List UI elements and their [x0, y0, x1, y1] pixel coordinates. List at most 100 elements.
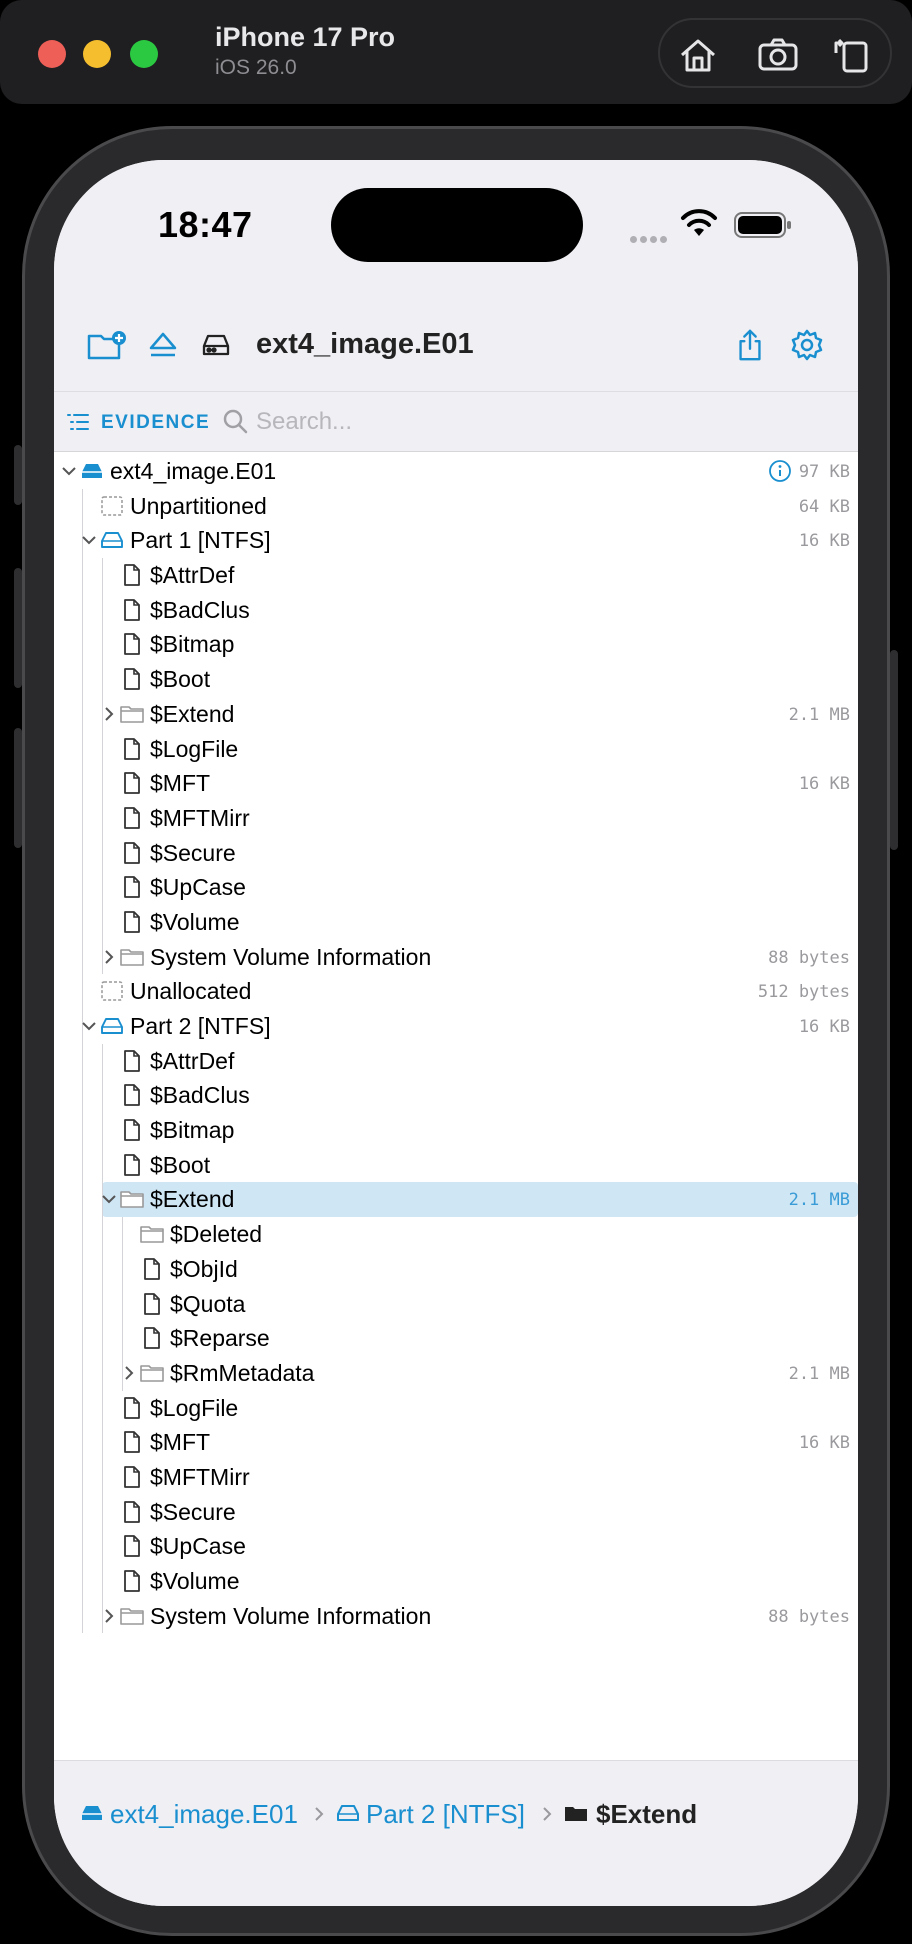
chevron-down-icon[interactable]: [100, 1190, 118, 1208]
chevron-down-icon[interactable]: [80, 531, 98, 549]
tree-guide-line: [102, 1494, 103, 1530]
tree-row[interactable]: Unpartitioned 64 KB: [54, 488, 858, 524]
chevron-down-icon[interactable]: [80, 1017, 98, 1035]
file-icon: [120, 1153, 144, 1176]
tree-row[interactable]: $BadClus: [54, 592, 858, 628]
breadcrumb-item-evidence[interactable]: ext4_image.E01: [110, 1799, 298, 1830]
tree-row[interactable]: $Extend 2.1 MB: [54, 696, 858, 732]
breadcrumb: ext4_image.E01 Part 2 [NTFS] $Extend: [54, 1760, 858, 1906]
tree-item-size: 88 bytes: [768, 1606, 850, 1627]
tree-item-label: $BadClus: [150, 1082, 250, 1109]
chevron-right-icon[interactable]: [120, 1364, 138, 1382]
tree-guide-line: [82, 1459, 83, 1495]
folder-icon: [120, 1605, 144, 1627]
chevron-right-icon[interactable]: [100, 705, 118, 723]
signal-icon: [630, 230, 670, 248]
tree-row[interactable]: $Bitmap: [54, 627, 858, 663]
tree-row[interactable]: $LogFile: [54, 1390, 858, 1426]
file-icon: [120, 806, 144, 829]
share-icon[interactable]: [734, 328, 766, 362]
tree-row[interactable]: $MFTMirr: [54, 800, 858, 836]
tree-item-label: $LogFile: [150, 735, 239, 762]
tree-row[interactable]: $UpCase: [54, 1529, 858, 1564]
tree-row[interactable]: $Volume: [54, 904, 858, 940]
settings-icon[interactable]: [790, 328, 824, 362]
chevron-right-icon[interactable]: [100, 948, 118, 966]
tree-row[interactable]: $BadClus: [54, 1078, 858, 1114]
tree-guide-line: [122, 1217, 123, 1252]
tree-row[interactable]: $Volume: [54, 1564, 858, 1599]
tree-row[interactable]: $Quota: [54, 1286, 858, 1322]
zoom-window-button[interactable]: [130, 40, 158, 68]
tree-row[interactable]: $LogFile: [54, 731, 858, 767]
tree-row[interactable]: $Secure: [54, 1494, 858, 1530]
tree-row[interactable]: $MFT 16 KB: [54, 1425, 858, 1460]
folder-icon: [140, 1223, 164, 1245]
chevron-down-icon[interactable]: [60, 462, 78, 480]
close-window-button[interactable]: [38, 40, 66, 68]
unallocated-icon: [100, 495, 124, 517]
tree-row[interactable]: ext4_image.E01 97 KB: [54, 454, 858, 489]
folder-add-icon[interactable]: [86, 328, 128, 362]
rotate-icon[interactable]: [830, 33, 874, 77]
tree-item-label: $Extend: [150, 700, 235, 727]
tree-guide-line: [82, 766, 83, 801]
tree-guide-line: [82, 1564, 83, 1599]
tree-row[interactable]: Part 1 [NTFS] 16 KB: [54, 523, 858, 559]
tree-guide-line: [82, 696, 83, 732]
breadcrumb-item-partition[interactable]: Part 2 [NTFS]: [366, 1799, 525, 1830]
tree-item-label: $MFT: [150, 770, 211, 797]
chevron-right-icon[interactable]: [100, 1607, 118, 1625]
search-input[interactable]: [256, 402, 836, 442]
info-icon[interactable]: [768, 459, 792, 483]
eject-icon[interactable]: [148, 328, 178, 362]
tree-item-size: 2.1 MB: [788, 1190, 850, 1211]
tree-row[interactable]: $MFT 16 KB: [54, 766, 858, 801]
tree-row[interactable]: $AttrDef: [54, 1043, 858, 1079]
tree-row[interactable]: $Reparse: [54, 1321, 858, 1356]
tree-guide-line: [82, 870, 83, 905]
tree-item-label: $MFTMirr: [150, 1463, 250, 1490]
tree-row[interactable]: $UpCase: [54, 870, 858, 905]
minimize-window-button[interactable]: [83, 40, 111, 68]
tree-item-size: 16 KB: [798, 1433, 850, 1454]
tree-row[interactable]: $AttrDef: [54, 558, 858, 593]
home-icon[interactable]: [676, 33, 720, 77]
tree-row[interactable]: $MFTMirr: [54, 1459, 858, 1495]
tree-row[interactable]: $Secure: [54, 835, 858, 871]
screenshot-icon[interactable]: [756, 33, 800, 77]
status-time: 18:47: [158, 204, 253, 245]
tree-row[interactable]: Part 2 [NTFS] 16 KB: [54, 1009, 858, 1044]
tree-item-label: $LogFile: [150, 1394, 239, 1421]
tree-item-label: Part 1 [NTFS]: [130, 527, 271, 554]
tree-row[interactable]: $Deleted: [54, 1217, 858, 1252]
simulator-device-name: iPhone 17 Pro: [215, 22, 396, 52]
tree-guide-line: [102, 870, 103, 905]
tree-guide-line: [82, 592, 83, 628]
tree-guide-line: [82, 1217, 83, 1252]
tree-guide-line: [102, 766, 103, 801]
tree-guide-line: [82, 558, 83, 593]
toolbar: ext4_image.E01: [54, 300, 858, 392]
disk-icon[interactable]: [200, 328, 232, 362]
tree-row[interactable]: $Bitmap: [54, 1113, 858, 1148]
tree-row[interactable]: $Boot: [54, 1147, 858, 1183]
evidence-button[interactable]: EVIDENCE: [101, 412, 210, 434]
tree-guide-line: [82, 800, 83, 836]
tree-guide-line: [82, 1355, 83, 1391]
tree-row[interactable]: $RmMetadata 2.1 MB: [54, 1355, 858, 1391]
tree-guide-line: [82, 835, 83, 871]
tree-row[interactable]: System Volume Information 88 bytes: [54, 939, 858, 975]
tree-guide-line: [102, 1459, 103, 1495]
file-icon: [120, 1535, 144, 1558]
file-icon: [120, 1570, 144, 1592]
tree-row[interactable]: Unallocated 512 bytes: [54, 974, 858, 1009]
tree-row[interactable]: System Volume Information 88 bytes: [54, 1598, 858, 1634]
file-icon: [120, 911, 144, 933]
tree-row[interactable]: $ObjId: [54, 1251, 858, 1287]
file-icon: [120, 1466, 144, 1488]
folder-icon: [120, 703, 144, 725]
tree-row-selected[interactable]: $Extend 2.1 MB: [82, 1182, 858, 1218]
volume-up-button: [14, 568, 22, 688]
tree-row[interactable]: $Boot: [54, 662, 858, 697]
